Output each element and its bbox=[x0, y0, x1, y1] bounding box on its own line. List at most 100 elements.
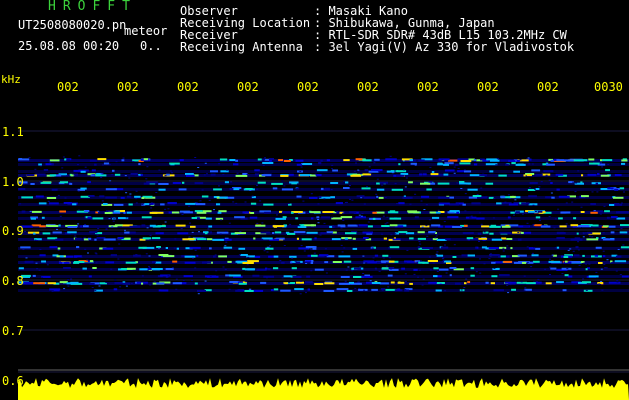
noise-dot bbox=[580, 206, 583, 208]
signal-speckle bbox=[573, 159, 584, 162]
noise-dot bbox=[112, 220, 115, 222]
noise-dot bbox=[617, 249, 620, 250]
noise-dot bbox=[331, 216, 334, 218]
signal-speckle bbox=[250, 202, 257, 205]
signal-speckle bbox=[338, 255, 351, 258]
signal-speckle bbox=[570, 224, 579, 227]
signal-speckle bbox=[447, 216, 459, 219]
signal-speckle bbox=[122, 282, 130, 285]
signal-speckle bbox=[505, 163, 509, 166]
signal-speckle bbox=[227, 260, 232, 263]
signal-speckle bbox=[464, 282, 467, 285]
noise-dot bbox=[78, 209, 80, 211]
signal-speckle bbox=[431, 171, 435, 173]
signal-speckle bbox=[89, 283, 95, 285]
noise-dot bbox=[351, 199, 354, 201]
signal-speckle bbox=[21, 196, 33, 199]
signal-speckle bbox=[163, 255, 175, 258]
signal-speckle bbox=[82, 267, 87, 270]
noise-dot bbox=[48, 161, 51, 163]
signal-speckle bbox=[275, 217, 286, 220]
noise-dot bbox=[436, 271, 439, 272]
signal-speckle bbox=[440, 246, 449, 249]
signal-speckle bbox=[124, 237, 131, 240]
noise-dot bbox=[358, 214, 361, 216]
signal-speckle bbox=[18, 158, 23, 160]
noise-dot bbox=[261, 238, 264, 240]
signal-speckle bbox=[585, 268, 588, 271]
noise-dot bbox=[507, 194, 510, 196]
signal-speckle bbox=[139, 268, 148, 271]
signal-speckle bbox=[272, 225, 285, 228]
signal-speckle bbox=[331, 238, 341, 241]
signal-speckle bbox=[155, 261, 162, 264]
noise-dot bbox=[317, 203, 320, 205]
signal-speckle bbox=[489, 159, 500, 162]
noise-dot bbox=[359, 266, 362, 268]
signal-speckle bbox=[345, 232, 357, 235]
signal-speckle bbox=[443, 173, 449, 176]
noise-dot bbox=[291, 257, 294, 259]
signal-speckle bbox=[392, 238, 401, 241]
noise-dot bbox=[588, 263, 591, 265]
signal-speckle bbox=[186, 174, 195, 177]
signal-speckle bbox=[531, 169, 541, 172]
signal-speckle bbox=[242, 211, 250, 214]
y-tick-label: 0.7 bbox=[2, 324, 24, 338]
noise-dot bbox=[111, 226, 114, 228]
signal-speckle bbox=[302, 163, 313, 165]
noise-dot bbox=[435, 253, 438, 255]
noise-dot bbox=[403, 169, 405, 171]
signal-speckle bbox=[33, 232, 36, 235]
signal-speckle bbox=[152, 268, 160, 271]
signal-speckle bbox=[238, 247, 246, 250]
signal-speckle bbox=[557, 232, 566, 234]
signal-speckle bbox=[582, 232, 585, 235]
signal-speckle bbox=[389, 224, 398, 227]
signal-speckle bbox=[32, 274, 36, 277]
noise-dot bbox=[264, 157, 266, 159]
noise-dot bbox=[378, 171, 381, 173]
signal-speckle bbox=[128, 203, 133, 206]
signal-speckle bbox=[337, 224, 346, 227]
signal-speckle bbox=[197, 217, 200, 220]
signal-speckle bbox=[235, 174, 248, 177]
noise-dot bbox=[204, 280, 207, 282]
noise-dot bbox=[419, 243, 422, 245]
noise-dot bbox=[591, 236, 594, 238]
signal-speckle bbox=[209, 231, 212, 234]
noise-dot bbox=[437, 209, 440, 211]
signal-speckle bbox=[332, 225, 336, 228]
signal-speckle bbox=[113, 203, 124, 206]
signal-speckle bbox=[397, 288, 401, 291]
noise-dot bbox=[515, 160, 517, 162]
signal-speckle bbox=[452, 226, 463, 228]
signal-speckle bbox=[212, 238, 224, 241]
signal-speckle bbox=[234, 216, 245, 219]
noise-dot bbox=[447, 171, 450, 172]
noise-dot bbox=[214, 254, 217, 256]
noise-dot bbox=[148, 267, 151, 269]
signal-speckle bbox=[324, 282, 335, 285]
signal-speckle bbox=[363, 196, 376, 199]
signal-speckle bbox=[607, 187, 614, 190]
signal-speckle bbox=[112, 169, 115, 172]
noise-dot bbox=[174, 238, 177, 240]
noise-dot bbox=[100, 177, 103, 178]
noise-dot bbox=[209, 276, 212, 278]
noise-dot bbox=[376, 178, 379, 180]
signal-speckle bbox=[135, 254, 138, 257]
signal-speckle bbox=[113, 210, 120, 213]
noise-dot bbox=[382, 215, 385, 217]
noise-dot bbox=[224, 268, 227, 270]
signal-speckle bbox=[257, 181, 266, 184]
noise-dot bbox=[340, 227, 343, 229]
noise-dot bbox=[173, 247, 176, 249]
time-tick-label: 002 bbox=[297, 80, 319, 94]
signal-speckle bbox=[219, 196, 228, 199]
signal-speckle bbox=[88, 237, 92, 240]
noise-dot bbox=[378, 270, 381, 272]
signal-speckle bbox=[295, 281, 304, 284]
signal-speckle bbox=[500, 195, 506, 198]
noise-dot bbox=[94, 252, 97, 254]
